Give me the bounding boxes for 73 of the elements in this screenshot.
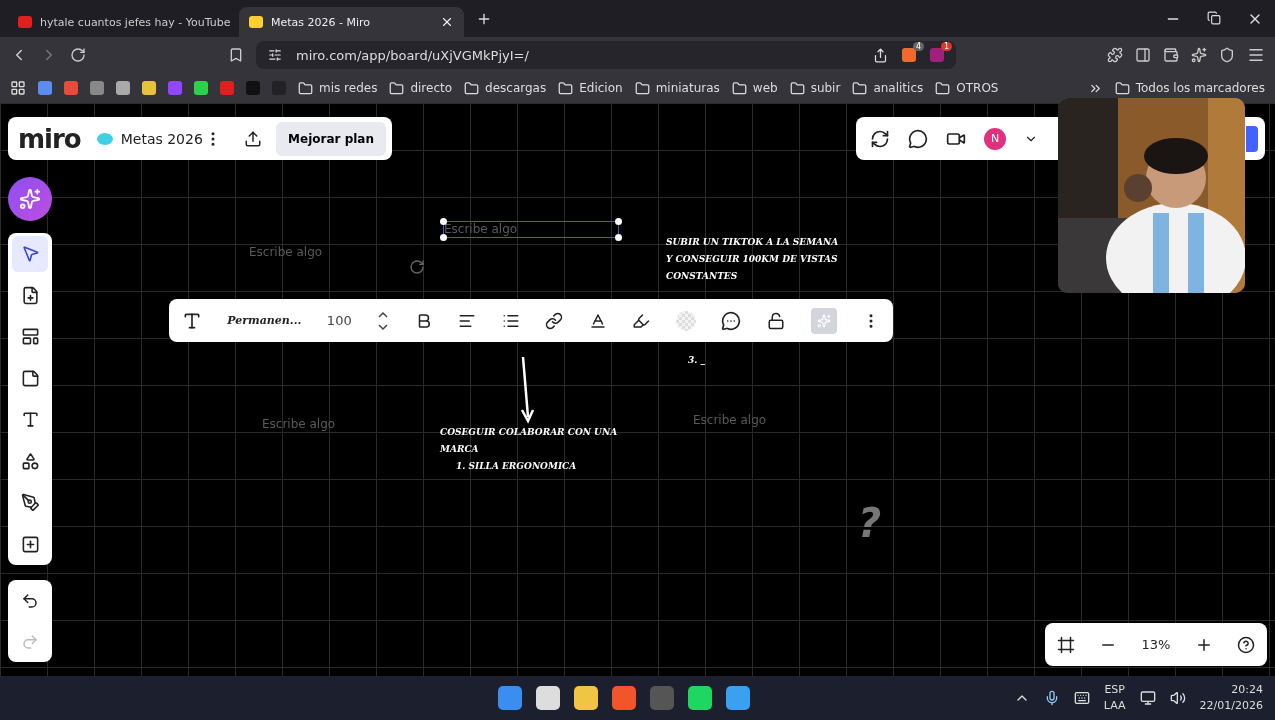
question-mark: ? xyxy=(858,500,882,546)
text-color-icon[interactable] xyxy=(588,311,607,330)
count-badge: 4 xyxy=(912,42,924,51)
menu-icon[interactable] xyxy=(1247,46,1265,64)
miro-icon xyxy=(249,16,263,28)
sparkle-icon[interactable] xyxy=(1191,47,1207,63)
apps-icon[interactable] xyxy=(10,80,26,96)
unlock-icon[interactable] xyxy=(767,311,785,330)
shapes-icon xyxy=(20,451,40,471)
sidebar-icon[interactable] xyxy=(1135,47,1151,63)
note-add-icon xyxy=(20,285,40,305)
bookmark-folder[interactable]: descargas xyxy=(464,80,547,96)
select-tool[interactable] xyxy=(12,235,48,272)
bookmark-folder[interactable]: Todos los marcadores xyxy=(1114,80,1265,96)
upgrade-button[interactable]: Mejorar plan xyxy=(276,121,386,156)
extensions-icon[interactable] xyxy=(1107,47,1123,63)
sparkle-icon xyxy=(19,188,41,210)
share-button[interactable] xyxy=(1246,125,1258,152)
wallet-icon[interactable] xyxy=(1163,47,1179,63)
network-icon[interactable] xyxy=(1139,690,1156,706)
youtube-icon xyxy=(18,16,32,28)
restore-icon[interactable] xyxy=(1207,10,1221,25)
comment-icon[interactable] xyxy=(721,310,742,331)
address-field[interactable]: miro.com/app/board/uXjVGMkPjyI=/ 4 1 xyxy=(256,41,956,69)
language-indicator[interactable]: ESP LAA xyxy=(1103,682,1126,714)
font-size-field[interactable]: 100 xyxy=(326,313,352,328)
cloud-icon xyxy=(94,130,113,147)
font-selector[interactable]: Permanen... xyxy=(227,314,302,327)
bookmark-folder[interactable]: OTROS xyxy=(935,80,999,96)
list-item: 1. SILLA ERGONOMICA xyxy=(455,460,578,473)
sticky-icon xyxy=(20,368,40,388)
rotate-icon[interactable] xyxy=(409,259,425,275)
miro-logo: miro xyxy=(18,123,81,154)
link-icon[interactable] xyxy=(545,311,564,330)
volume-icon[interactable] xyxy=(1169,690,1186,706)
pen-icon xyxy=(20,493,40,513)
note-text: 3. _ xyxy=(688,354,707,367)
note-text: COSEGUIR COLABORAR CON UNA MARCA xyxy=(440,426,619,456)
text-icon xyxy=(20,410,40,430)
share-icon[interactable] xyxy=(873,47,888,63)
zoom-level: 13% xyxy=(1141,637,1171,652)
reload-icon[interactable] xyxy=(70,47,86,63)
help-icon[interactable] xyxy=(1236,635,1255,654)
shield-icon[interactable] xyxy=(1219,47,1235,63)
select-icon xyxy=(20,244,40,264)
bookmark-folder[interactable]: Edicion xyxy=(558,80,623,96)
user-avatar[interactable]: N xyxy=(984,127,1006,150)
count-badge: 1 xyxy=(940,42,952,51)
clock[interactable]: 20:24 22/01/2026 xyxy=(1199,682,1263,714)
site-settings-icon[interactable] xyxy=(268,48,282,62)
board-title[interactable]: Metas 2026 xyxy=(120,130,203,147)
ai-button[interactable] xyxy=(8,177,52,221)
bookmark-folder[interactable]: subir xyxy=(789,80,841,96)
fit-icon[interactable] xyxy=(1057,635,1076,654)
bookmark-folder[interactable]: web xyxy=(731,80,778,96)
bookmark-folder[interactable]: mis redes xyxy=(298,80,378,96)
bookmark-folder[interactable]: miniaturas xyxy=(634,80,720,96)
export-icon[interactable] xyxy=(244,129,263,148)
bookmark-folder[interactable]: directo xyxy=(389,80,453,96)
browser-tab[interactable]: hytale cuantos jefes hay - YouTube xyxy=(8,7,233,37)
browser-tab[interactable]: Metas 2026 - Miro xyxy=(239,7,464,37)
bookmark-folder[interactable]: analitics xyxy=(852,80,924,96)
chat-icon[interactable] xyxy=(908,128,928,149)
fill-color-icon[interactable] xyxy=(675,310,696,331)
highlighter-icon[interactable] xyxy=(632,311,651,330)
more-icon xyxy=(20,534,40,554)
undo-icon[interactable] xyxy=(21,591,39,610)
template-icon xyxy=(20,327,40,347)
note-text: SUBIR UN TIKTOK A LA SEMANA Y CONSEGUIR 100KM DE VISTAS CONSTANTES xyxy=(666,236,840,283)
keyboard-icon[interactable] xyxy=(1073,690,1090,706)
sparkle-icon xyxy=(816,313,831,328)
close-icon[interactable] xyxy=(440,15,454,29)
url-text: miro.com/app/board/uXjVGMkPjyI=/ xyxy=(296,47,530,63)
